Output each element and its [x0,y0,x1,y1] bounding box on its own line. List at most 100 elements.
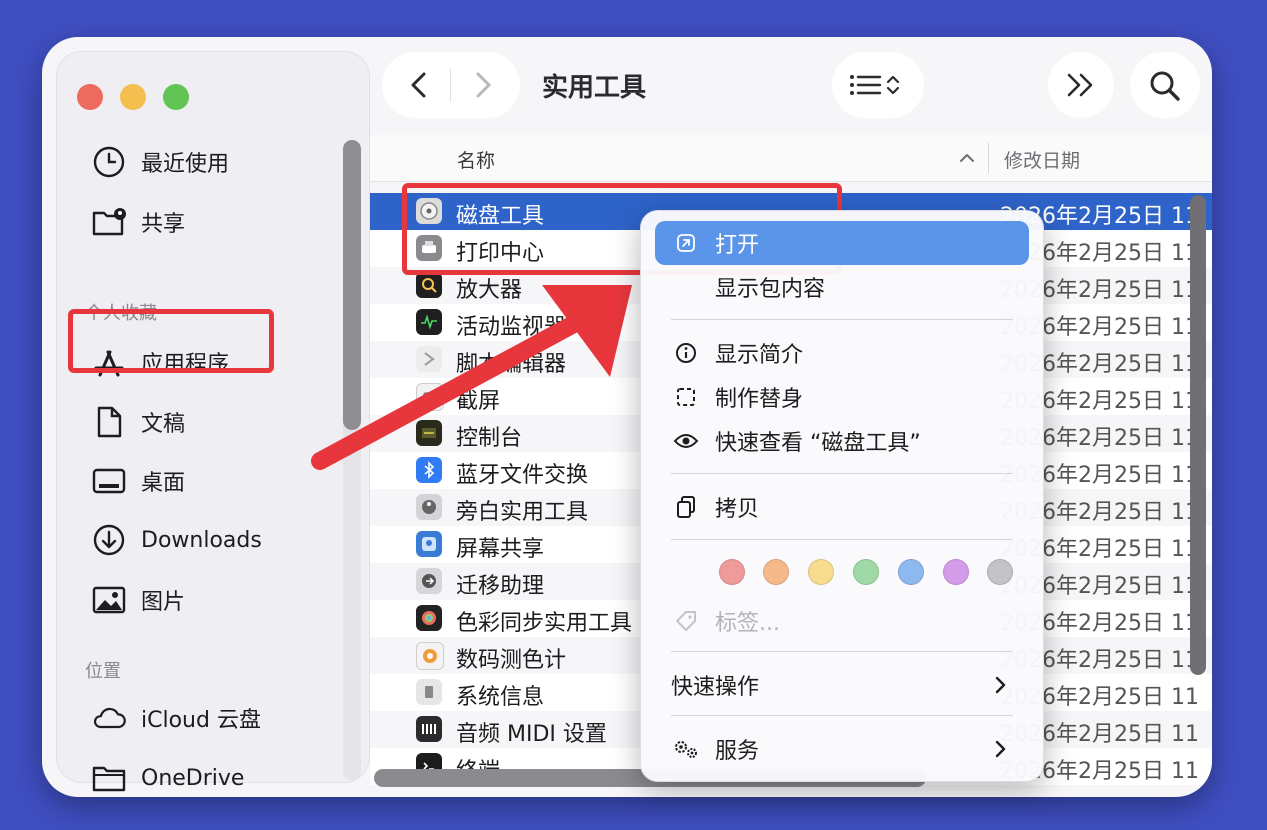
list-vertical-scrollbar[interactable] [1190,195,1206,675]
menu-item-show-package[interactable]: 显示包内容 [655,265,1029,309]
back-button[interactable] [402,67,438,103]
sidebar-item-label: 桌面 [141,471,186,496]
sidebar-item-downloads[interactable]: Downloads [91,520,262,560]
highlight-applications [68,309,274,373]
sidebar-item-recents[interactable]: 最近使用 [91,142,229,182]
colorsync-icon [416,605,442,631]
color-meter-icon [416,642,444,670]
sidebar-item-label: Downloads [141,527,262,553]
sidebar-item-label: 文稿 [141,412,186,437]
menu-label: 打开 [715,233,760,258]
clock-icon [91,144,127,180]
alias-icon [671,386,701,408]
tag-color-gray[interactable] [987,559,1013,585]
list-column-header: 名称 修改日期 [370,135,1212,182]
sidebar-item-documents[interactable]: 文稿 [91,402,185,442]
sidebar-item-label: 共享 [141,212,186,237]
close-button[interactable] [77,84,103,110]
menu-item-quick-look[interactable]: 快速查看 “磁盘工具” [655,419,1029,463]
tag-icon [671,610,701,632]
forward-button[interactable] [464,67,500,103]
tag-color-purple[interactable] [943,559,969,585]
file-name: 迁移助理 [456,574,545,599]
migration-icon [416,568,442,594]
menu-separator [671,539,1013,540]
menu-item-make-alias[interactable]: 制作替身 [655,375,1029,419]
photo-icon [91,582,127,618]
menu-label: 制作替身 [715,387,804,412]
zoom-button[interactable] [163,84,189,110]
search-icon [1150,71,1180,101]
locations-section-header: 位置 [85,661,121,682]
document-icon [91,404,127,440]
info-icon [671,342,701,364]
sort-chevron-up-icon[interactable] [958,149,976,167]
menu-item-get-info[interactable]: 显示简介 [655,331,1029,375]
column-divider [988,143,989,173]
sidebar-item-icloud[interactable]: iCloud 云盘 [91,698,261,738]
open-icon [671,233,701,253]
search-button[interactable] [1130,52,1200,118]
screen-sharing-icon [416,531,442,557]
menu-item-copy[interactable]: 拷贝 [655,485,1029,529]
eye-icon [671,432,701,450]
gear-icon [671,738,701,760]
menu-item-services[interactable]: 服务 [655,727,1029,771]
navigation-control [382,52,520,118]
file-name: 旁白实用工具 [456,500,589,525]
sidebar-item-label: iCloud 云盘 [141,708,261,733]
chevron-right-icon [995,676,1006,694]
sidebar-item-shared[interactable]: 共享 [91,202,185,242]
menu-label: 服务 [715,739,760,764]
tag-color-yellow[interactable] [808,559,834,585]
menu-label: 快速操作 [671,675,760,700]
menu-item-open[interactable]: 打开 [655,221,1029,265]
shared-folder-icon [91,204,127,240]
file-name: 数码测色计 [456,648,567,673]
folder-icon [91,760,127,796]
cloud-icon [91,700,127,736]
menu-item-quick-actions[interactable]: 快速操作 [655,663,1029,707]
sidebar-item-label: 最近使用 [141,152,230,177]
menu-label: 标签... [715,611,780,636]
tag-color-blue[interactable] [898,559,924,585]
column-date-header[interactable]: 修改日期 [1004,146,1080,173]
menu-label: 快速查看 “磁盘工具” [715,431,921,456]
sidebar-item-label: 图片 [141,590,186,615]
file-name: 音频 MIDI 设置 [456,722,607,747]
minimize-button[interactable] [120,84,146,110]
file-name: 系统信息 [456,685,545,710]
sidebar-item-desktop[interactable]: 桌面 [91,461,185,501]
file-name: 屏幕共享 [456,537,545,562]
view-options-button[interactable] [832,52,924,118]
tag-color-orange[interactable] [763,559,789,585]
menu-label: 显示包内容 [715,277,826,302]
menu-label: 显示简介 [715,343,804,368]
menu-separator [671,651,1013,652]
desktop-icon [91,463,127,499]
sidebar-item-label: OneDrive [141,765,245,791]
voiceover-icon [416,494,442,520]
menu-item-tags[interactable]: 标签... [655,599,1029,643]
more-toolbar-button[interactable] [1048,52,1114,118]
menu-separator [671,319,1013,320]
context-menu: 打开 显示包内容 显示简介 制作替身 快速查看 “磁盘工具” 拷贝 标签... … [640,210,1044,782]
audio-midi-icon [416,716,442,742]
tag-color-green[interactable] [853,559,879,585]
annotation-arrow-icon [311,285,632,470]
file-name: 色彩同步实用工具 [456,611,633,636]
copy-icon [671,495,701,519]
window-title: 实用工具 [542,73,647,103]
chevron-double-right-icon [1067,73,1093,97]
download-icon [91,522,127,558]
list-view-icon [850,75,900,95]
column-name-header[interactable]: 名称 [457,146,495,173]
sidebar-item-onedrive[interactable]: OneDrive [91,758,244,797]
sidebar-item-pictures[interactable]: 图片 [91,580,185,620]
chevron-right-icon [995,740,1006,758]
menu-label: 拷贝 [715,497,760,522]
menu-separator [671,715,1013,716]
tag-color-red[interactable] [719,559,745,585]
nav-divider [450,68,451,102]
menu-separator [671,473,1013,474]
